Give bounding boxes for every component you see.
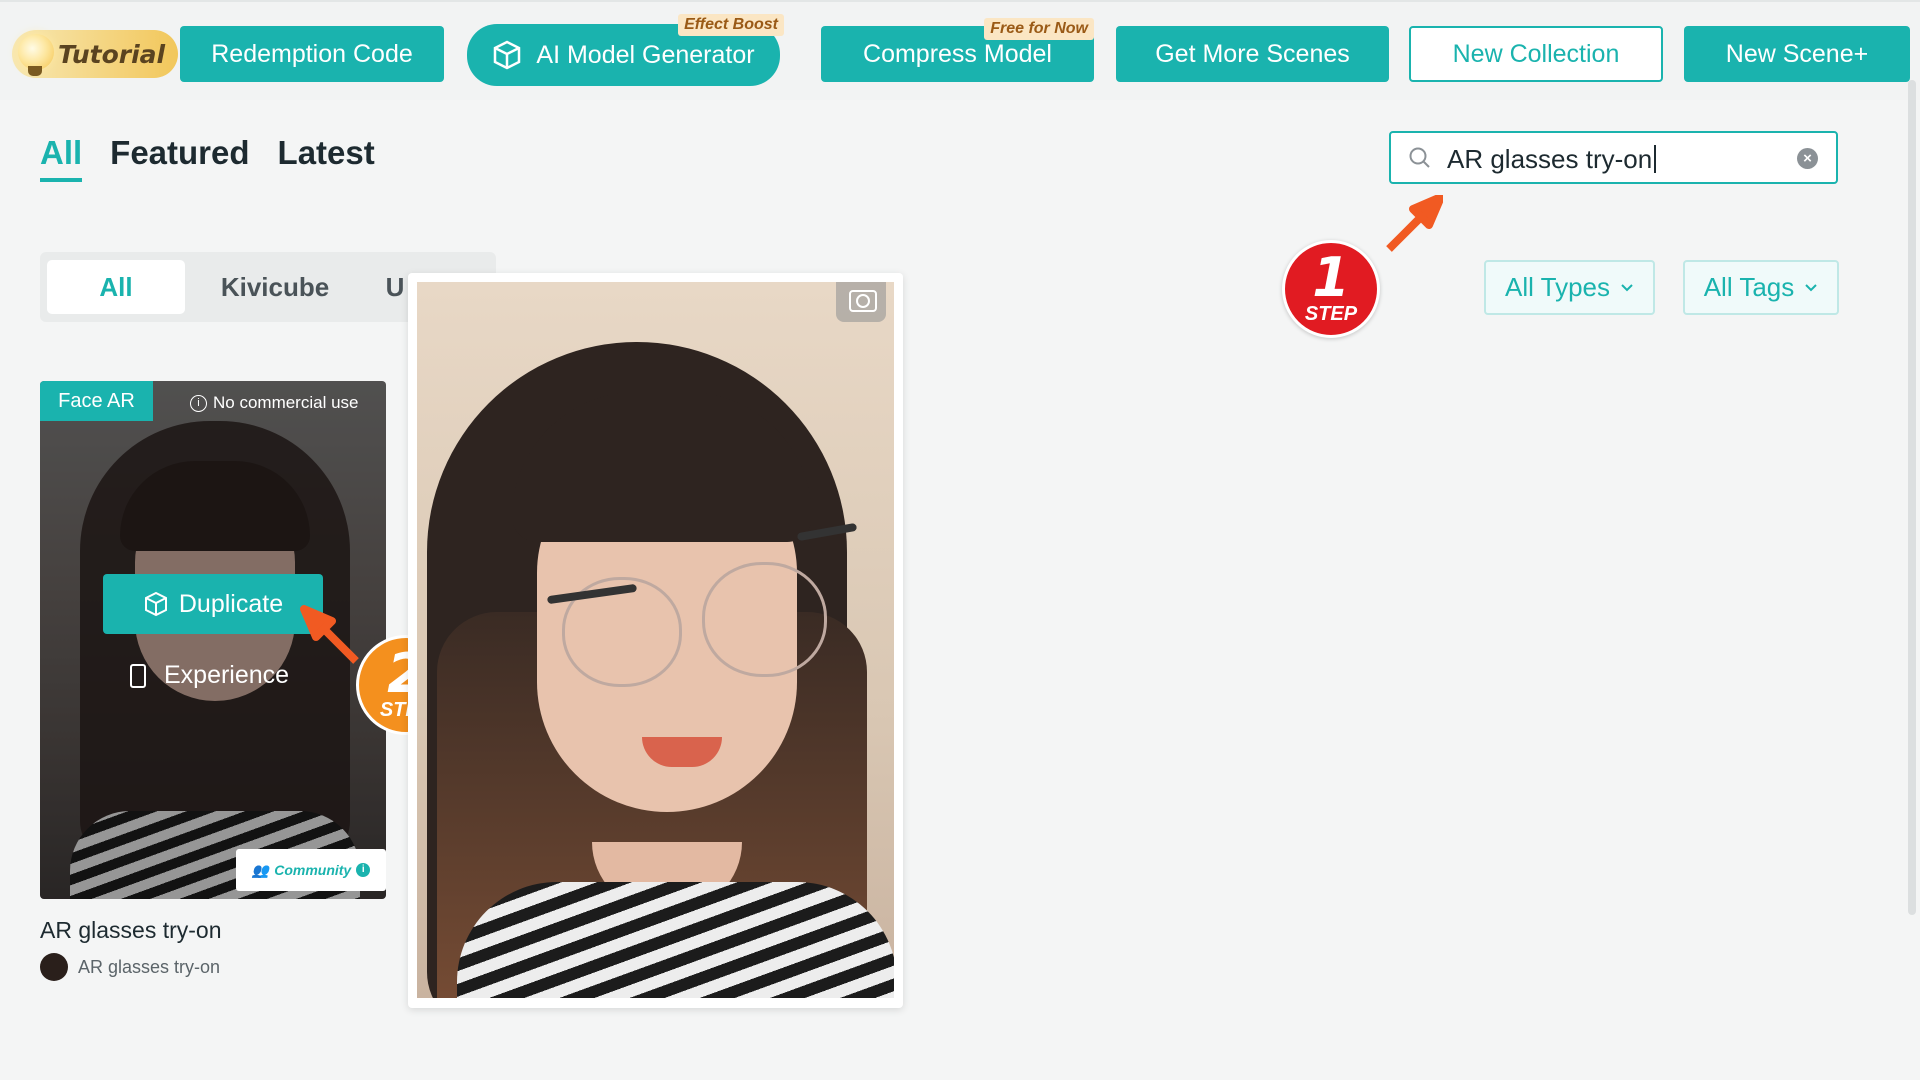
effect-boost-badge: Effect Boost [678, 14, 784, 36]
get-more-scenes-button[interactable]: Get More Scenes [1116, 26, 1389, 82]
all-tags-label: All Tags [1703, 272, 1795, 302]
tab-featured[interactable]: Featured [110, 134, 249, 182]
card-author-name: AR glasses try-on [78, 956, 221, 977]
experience-label: Experience [164, 661, 290, 689]
ai-model-generator-button[interactable]: AI Model Generator Effect Boost [467, 14, 784, 86]
new-collection-button[interactable]: New Collection [1409, 26, 1663, 82]
avatar [40, 953, 68, 981]
users-icon: 👥 [251, 861, 270, 878]
page: Tutorial Redemption Code AI Model Genera… [0, 0, 1920, 1080]
phone-icon [130, 663, 146, 688]
cube-icon [494, 40, 521, 70]
step2-arrow-icon [300, 605, 359, 664]
clear-search-icon[interactable]: × [1797, 148, 1818, 169]
step-1-marker: 1 STEP [1282, 240, 1380, 338]
tab-all[interactable]: All [40, 134, 83, 182]
community-badge: 👥 Community i [236, 849, 386, 891]
segment-u[interactable]: U [380, 260, 410, 314]
preview-popup [408, 273, 903, 1008]
new-scene-button[interactable]: New Scene+ [1684, 26, 1910, 82]
search-box[interactable]: AR glasses try-on × [1389, 131, 1838, 184]
card-title[interactable]: AR glasses try-on [40, 917, 222, 944]
redemption-code-button[interactable]: Redemption Code [180, 26, 444, 82]
free-for-now-badge: Free for Now [984, 18, 1094, 40]
new-collection-label: New Collection [1452, 39, 1620, 68]
chevron-down-icon [1621, 283, 1633, 291]
glasses-right-lens [702, 562, 827, 677]
segment-kivicube[interactable]: Kivicube [205, 260, 345, 314]
get-more-scenes-label: Get More Scenes [1155, 39, 1350, 68]
tutorial-label: Tutorial [58, 39, 166, 69]
camera-icon[interactable] [836, 282, 886, 322]
all-types-label: All Types [1504, 272, 1610, 302]
compress-model-label: Compress Model [863, 39, 1052, 68]
face-ar-tag: Face AR [40, 381, 153, 421]
preview-image [417, 282, 894, 998]
new-scene-label: New Scene+ [1725, 39, 1869, 68]
top-toolbar: Tutorial Redemption Code AI Model Genera… [0, 0, 1920, 100]
no-commercial-note: i No commercial use [190, 393, 359, 413]
compress-model-button[interactable]: Compress Model Free for Now [821, 18, 1094, 82]
ai-model-generator-label: AI Model Generator [536, 40, 755, 69]
duplicate-button[interactable]: Duplicate [103, 574, 323, 634]
no-commercial-label: No commercial use [213, 393, 359, 412]
search-icon [1409, 147, 1430, 168]
lightbulb-icon [18, 34, 54, 76]
step1-arrow-icon [1386, 195, 1443, 252]
redemption-code-label: Redemption Code [211, 39, 413, 68]
tab-latest[interactable]: Latest [278, 134, 375, 182]
search-input[interactable]: AR glasses try-on [1447, 144, 1656, 175]
segment-all[interactable]: All [47, 260, 185, 314]
chevron-down-icon [1805, 283, 1817, 291]
preview-shirt [457, 882, 894, 998]
info-icon: i [190, 394, 207, 412]
tutorial-button[interactable]: Tutorial [12, 30, 178, 78]
scrollbar[interactable] [1908, 80, 1916, 915]
step-1-number: 1 [1312, 246, 1350, 309]
duplicate-cube-icon [144, 591, 167, 617]
step-1-label: STEP [1304, 303, 1358, 325]
all-types-dropdown[interactable]: All Types [1484, 260, 1655, 315]
info-dot-icon: i [356, 863, 371, 877]
all-tags-dropdown[interactable]: All Tags [1683, 260, 1839, 315]
category-tabs: All Featured Latest [40, 134, 375, 182]
card-author: AR glasses try-on [40, 953, 220, 981]
community-label: Community [274, 862, 352, 878]
duplicate-label: Duplicate [178, 589, 284, 618]
experience-button[interactable]: Experience [130, 661, 289, 690]
